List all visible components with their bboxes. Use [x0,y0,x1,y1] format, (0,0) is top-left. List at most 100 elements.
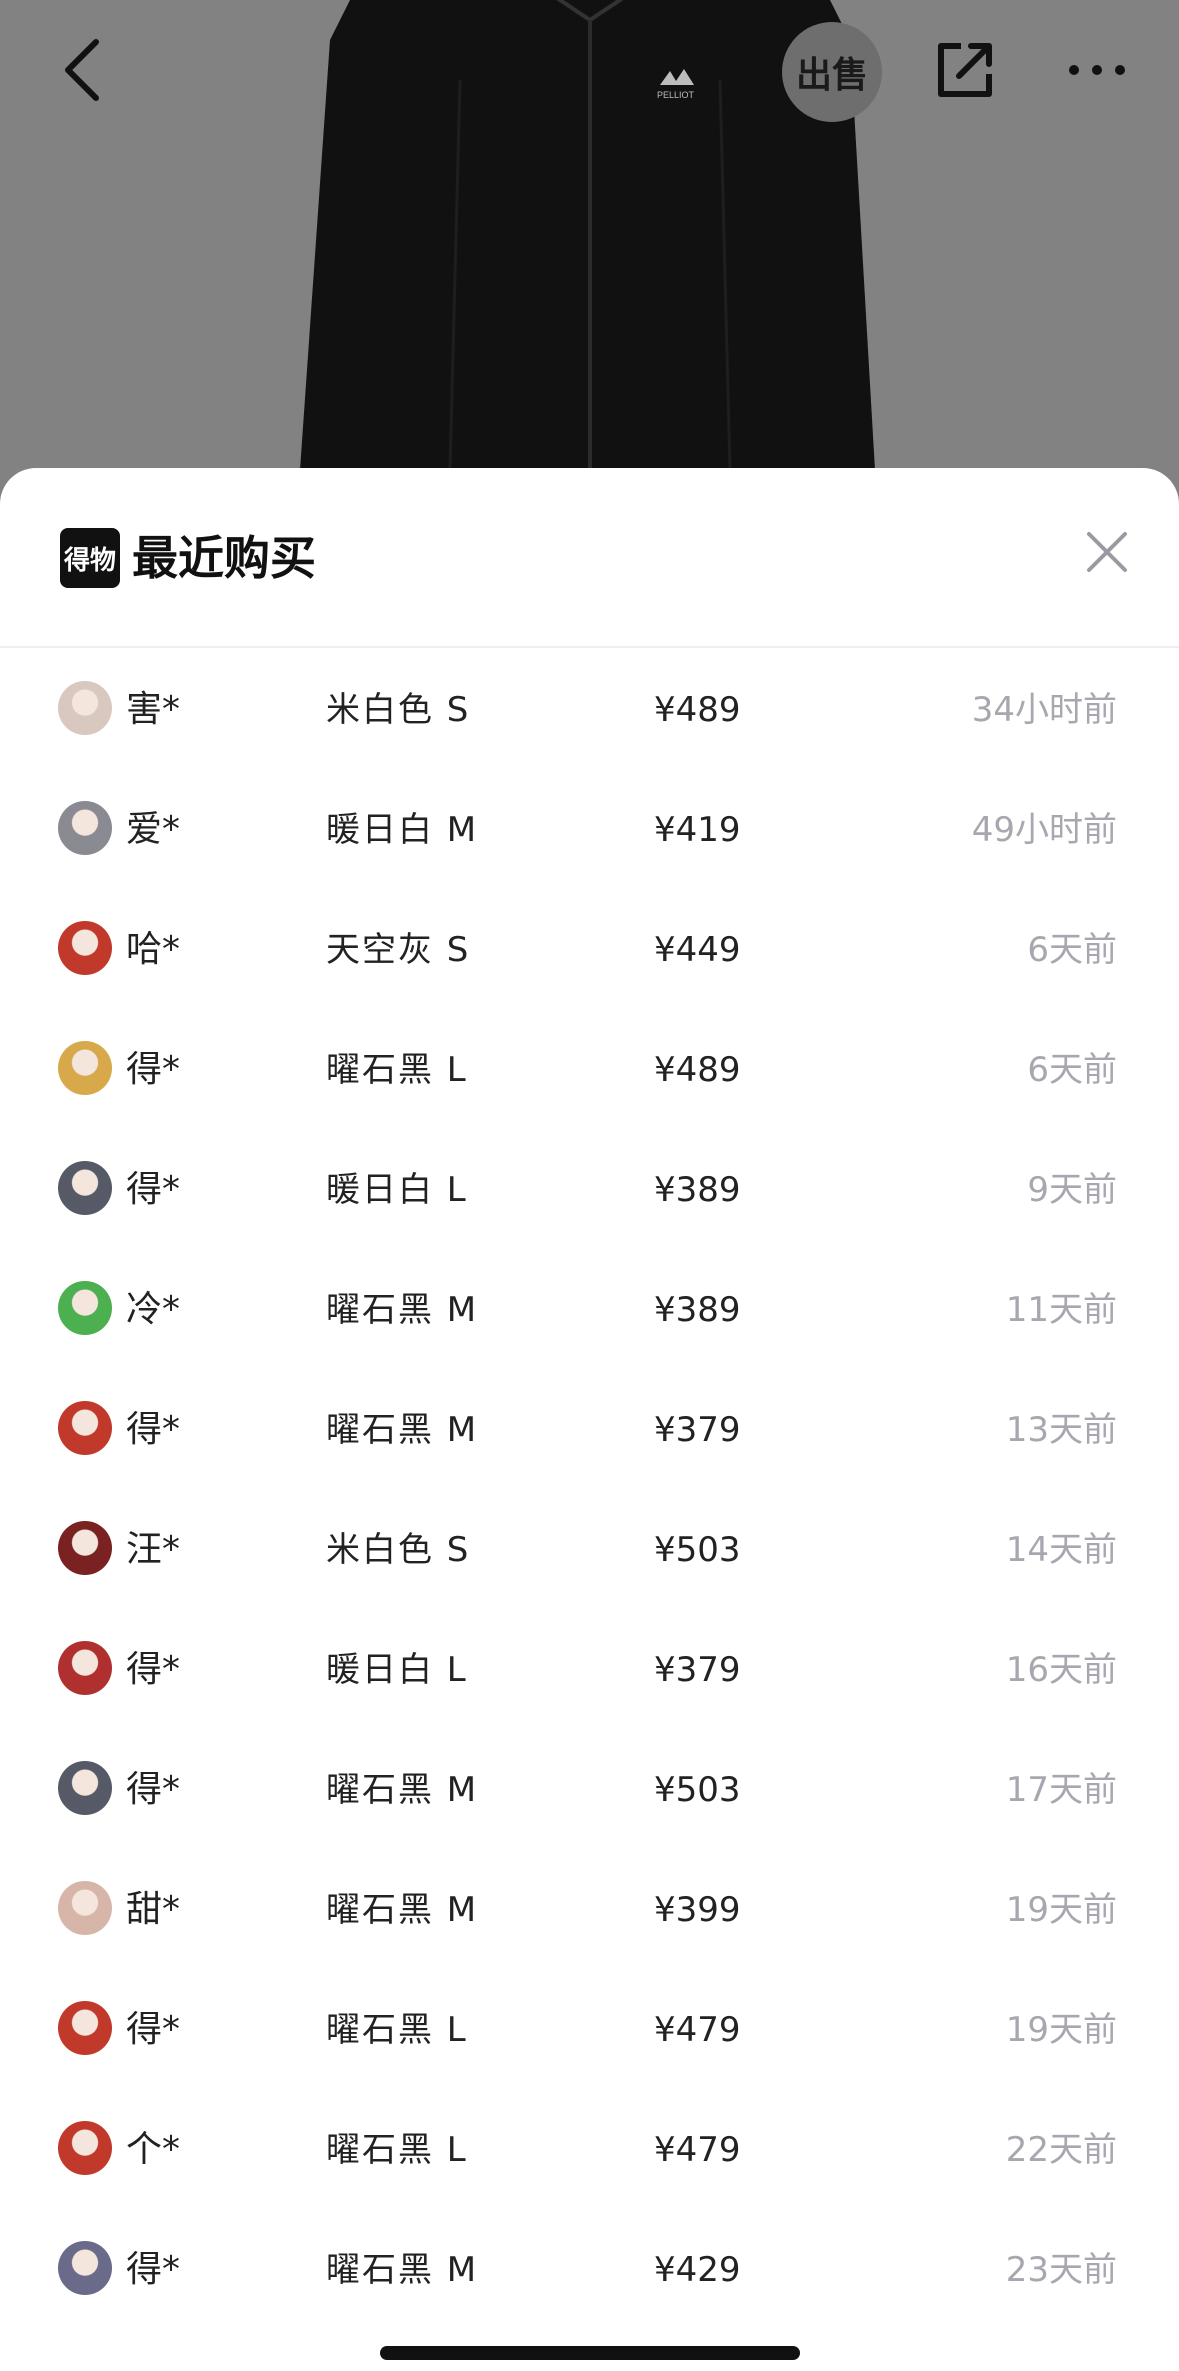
purchase-time: 19天前 [1005,1890,1117,1930]
sku-label: 曜石黑 M [326,1770,479,1810]
sku-label: 天空灰 S [326,930,471,970]
recent-purchases-sheet: 得物 最近购买 害* 米白色 S ¥489 34小时前爱* 暖日白 M ¥419 49小时前… [0,468,1179,2371]
purchase-row: 甜* 曜石黑 M ¥399 19天前 [0,1848,1179,1968]
purchase-row: 害* 米白色 S ¥489 34小时前 [0,648,1179,768]
buyer-name: 哈* [126,929,181,970]
sku-label: 曜石黑 M [326,1290,479,1330]
purchase-row: 汪* 米白色 S ¥503 14天前 [0,1488,1179,1608]
purchase-row: 得* 曜石黑 M ¥503 17天前 [0,1728,1179,1848]
avatar [58,1761,112,1815]
price: ¥379 [654,1410,741,1450]
sheet-title: 最近购买 [132,531,316,585]
chevron-left-icon [65,39,99,101]
avatar [58,1281,112,1335]
sku-label: 米白色 S [326,690,471,730]
purchase-time: 22天前 [1005,2130,1117,2170]
avatar [58,2001,112,2055]
purchase-row: 得* 暖日白 L ¥379 16天前 [0,1608,1179,1728]
buyer-name: 得* [126,1169,181,1210]
back-button[interactable] [42,30,122,110]
price: ¥429 [654,2250,741,2290]
purchase-row: 得* 曜石黑 M ¥429 23天前 [0,2208,1179,2328]
avatar [58,2241,112,2295]
buyer-name: 汪* [126,1529,181,1570]
purchase-time: 23天前 [1005,2250,1117,2290]
purchase-row: 得* 曜石黑 L ¥489 6天前 [0,1008,1179,1128]
purchase-row: 哈* 天空灰 S ¥449 6天前 [0,888,1179,1008]
purchase-time: 6天前 [1027,930,1117,970]
price: ¥449 [654,930,741,970]
product-image-area: PELLIOT 出售 [0,0,1179,520]
purchase-row: 得* 曜石黑 L ¥479 19天前 [0,1968,1179,2088]
purchase-time: 49小时前 [971,810,1117,850]
buyer-name: 得* [126,1409,181,1450]
price: ¥379 [654,1650,741,1690]
purchase-time: 17天前 [1005,1770,1117,1810]
sku-label: 暖日白 L [326,1650,468,1690]
home-indicator [380,2346,800,2360]
buyer-name: 爱* [126,809,181,850]
avatar [58,1161,112,1215]
more-icon [1069,65,1125,75]
close-icon [1087,532,1127,572]
sku-label: 暖日白 M [326,810,479,850]
price: ¥479 [654,2010,741,2050]
brand-logo-text: 得物 [63,545,116,576]
purchase-time: 16天前 [1005,1650,1117,1690]
avatar [58,681,112,735]
price: ¥479 [654,2130,741,2170]
sku-label: 曜石黑 L [326,1050,468,1090]
avatar [58,1041,112,1095]
purchase-row: 爱* 暖日白 M ¥419 49小时前 [0,768,1179,888]
sku-label: 曜石黑 M [326,1890,479,1930]
purchase-time: 14天前 [1005,1530,1117,1570]
price: ¥503 [654,1530,741,1570]
price: ¥419 [654,810,741,850]
avatar [58,1401,112,1455]
purchase-time: 6天前 [1027,1050,1117,1090]
more-button[interactable] [1057,30,1137,110]
avatar [58,801,112,855]
sell-button[interactable]: 出售 [782,22,882,122]
price: ¥389 [654,1290,741,1330]
sku-label: 暖日白 L [326,1170,468,1210]
purchase-list: 害* 米白色 S ¥489 34小时前爱* 暖日白 M ¥419 49小时前哈* 天空灰 S ¥… [0,648,1179,2328]
purchase-row: 得* 暖日白 L ¥389 9天前 [0,1128,1179,1248]
buyer-name: 得* [126,2249,181,2290]
price: ¥399 [654,1890,741,1930]
sku-label: 米白色 S [326,1530,471,1570]
buyer-name: 冷* [126,1289,181,1330]
price: ¥489 [654,1050,741,1090]
buyer-name: 个* [126,2129,181,2170]
purchase-time: 34小时前 [971,690,1117,730]
avatar [58,1641,112,1695]
share-button[interactable] [925,30,1005,110]
purchase-row: 个* 曜石黑 L ¥479 22天前 [0,2088,1179,2208]
sku-label: 曜石黑 M [326,2250,479,2290]
buyer-name: 害* [126,689,181,730]
buyer-name: 得* [126,2009,181,2050]
avatar [58,921,112,975]
brand-print: PELLIOT [657,90,695,100]
purchase-time: 19天前 [1005,2010,1117,2050]
purchase-time: 11天前 [1005,1290,1117,1330]
purchase-row: 得* 曜石黑 M ¥379 13天前 [0,1368,1179,1488]
buyer-name: 甜* [126,1889,181,1930]
avatar [58,1521,112,1575]
purchase-time: 13天前 [1005,1410,1117,1450]
buyer-name: 得* [126,1649,181,1690]
sku-label: 曜石黑 M [326,1410,479,1450]
buyer-name: 得* [126,1049,181,1090]
close-button[interactable] [1075,520,1139,584]
sell-label: 出售 [795,55,868,96]
sku-label: 曜石黑 L [326,2130,468,2170]
buyer-name: 得* [126,1769,181,1810]
price: ¥489 [654,690,741,730]
sku-label: 曜石黑 L [326,2010,468,2050]
purchase-row: 冷* 曜石黑 M ¥389 11天前 [0,1248,1179,1368]
brand-logo: 得物 [60,528,120,588]
avatar [58,1881,112,1935]
purchase-time: 9天前 [1027,1170,1117,1210]
sheet-header: 得物 最近购买 [0,468,1179,648]
price: ¥389 [654,1170,741,1210]
